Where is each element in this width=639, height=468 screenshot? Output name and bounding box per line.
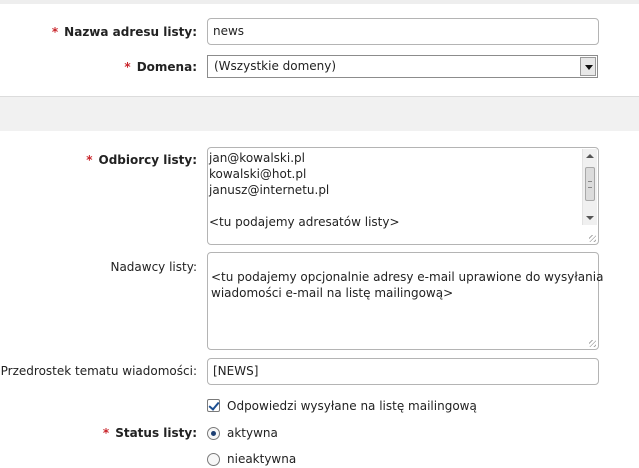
required-mark: * [102,426,110,440]
domain-label: * Domena: [124,60,197,74]
status-inactive-label[interactable]: nieaktywna [227,452,296,466]
textarea-line: <tu podajemy opcjonalnie adresy e-mail u… [211,270,604,284]
senders-textarea[interactable]: <tu podajemy opcjonalnie adresy e-mail u… [207,252,604,350]
textarea-line: <tu podajemy adresatów listy> [209,215,400,229]
subject-prefix-input[interactable]: [NEWS] [207,358,599,385]
replies-to-list-label[interactable]: Odpowiedzi wysyłane na listę mailingową [227,399,477,413]
domain-selected-value: (Wszystkie domeny) [214,59,337,73]
textarea-line: wiadomości e-mail na listę mailingową> [211,286,454,300]
status-active-radio[interactable] [207,427,220,440]
textarea-line [209,198,578,214]
scroll-up-icon[interactable] [586,154,594,158]
senders-label: Nadawcy listy: [110,260,197,274]
textarea-line: kowalski@hot.pl [209,167,307,181]
top-separator [0,0,639,4]
replies-to-list-checkbox[interactable] [207,399,220,412]
list-address-input[interactable]: news [207,18,599,45]
section-divider [0,96,639,131]
scroll-down-icon[interactable] [586,216,594,220]
resize-handle-icon[interactable] [589,340,596,347]
status-label: * Status listy: [102,426,197,440]
textarea-line: janusz@internetu.pl [209,183,330,197]
resize-handle-icon[interactable] [589,235,596,242]
scroll-thumb[interactable] [585,167,595,201]
required-mark: * [51,25,59,39]
domain-select[interactable]: (Wszystkie domeny) [207,55,598,78]
list-address-label: * Nazwa adresu listy: [51,25,197,39]
chevron-down-icon[interactable] [580,57,596,76]
scrollbar[interactable] [582,149,597,225]
status-active-label[interactable]: aktywna [227,426,278,440]
status-inactive-radio[interactable] [207,453,220,466]
required-mark: * [86,153,93,167]
subject-prefix-label: Przedrostek tematu wiadomości: [0,364,197,378]
recipients-textarea[interactable]: jan@kowalski.pl kowalski@hot.pl janusz@i… [207,147,599,245]
required-mark: * [124,60,131,74]
recipients-label: * Odbiorcy listy: [86,153,197,167]
textarea-line: jan@kowalski.pl [209,151,305,165]
